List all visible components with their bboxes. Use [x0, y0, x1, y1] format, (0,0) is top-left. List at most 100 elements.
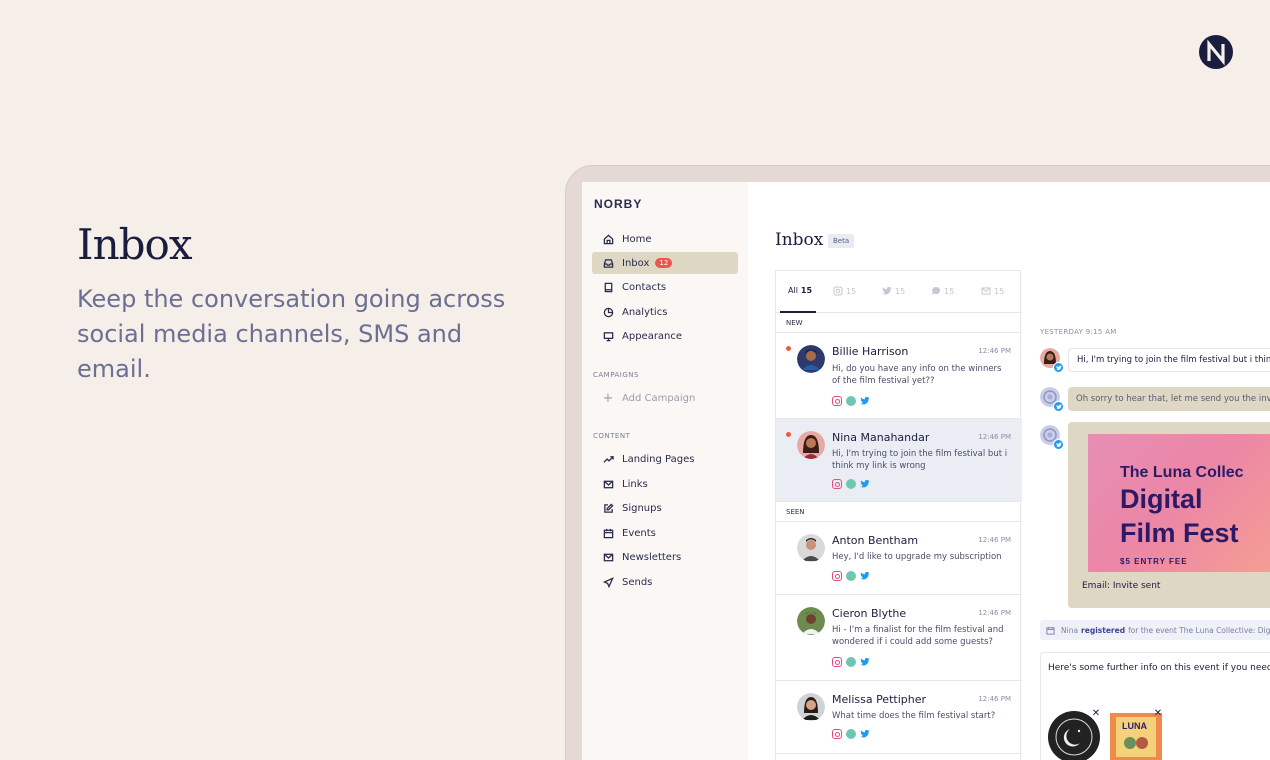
beta-badge: Beta	[828, 234, 855, 248]
contact-name: Billie Harrison	[832, 345, 909, 358]
avatar	[797, 693, 825, 721]
content-heading: CONTENT	[593, 432, 631, 440]
sms-icon	[846, 729, 856, 739]
tab-label: All	[788, 286, 798, 295]
pie-chart-icon	[602, 306, 614, 318]
tab-count: 15	[800, 286, 813, 295]
sidebar-item-contacts[interactable]: Contacts	[592, 276, 738, 298]
seen-group-label: SEEN	[776, 502, 1022, 522]
plus-icon: +	[602, 390, 614, 406]
reply-composer[interactable]: Here's some further info on this event i…	[1040, 652, 1270, 760]
sidebar-item-sends[interactable]: Sends	[592, 571, 738, 593]
sidebar-item-label: Events	[622, 527, 656, 539]
norby-logo-icon	[1199, 35, 1233, 69]
email-invite-card[interactable]: The Luna Collec Digital Film Fest $5 ENT…	[1068, 422, 1270, 608]
edit-icon	[602, 502, 614, 514]
conversation-item-selected[interactable]: Nina Manahandar 12:46 PM Hi, I'm trying …	[776, 419, 1022, 502]
event-poster-image: The Luna Collec Digital Film Fest $5 ENT…	[1088, 434, 1270, 572]
avatar	[797, 607, 825, 635]
conversation-item[interactable]: Cieron Blythe 12:46 PM Hi - I'm a finali…	[776, 595, 1022, 681]
book-icon	[602, 281, 614, 293]
tab-instagram[interactable]: 15	[833, 286, 856, 296]
sms-icon	[846, 396, 856, 406]
sidebar-item-label: Signups	[622, 502, 662, 514]
calendar-icon	[1046, 626, 1055, 635]
instagram-icon	[832, 479, 842, 489]
add-campaign-button[interactable]: + Add Campaign	[592, 387, 738, 409]
hero-description: Keep the conversation going across socia…	[77, 285, 506, 383]
channel-icons	[832, 571, 870, 581]
svg-text:LUNA: LUNA	[1122, 721, 1147, 731]
inbox-icon	[602, 257, 614, 269]
poster-line: The Luna Collec	[1120, 464, 1244, 481]
sidebar-item-landing-pages[interactable]: Landing Pages	[592, 448, 738, 470]
sidebar-item-inbox[interactable]: Inbox 12	[592, 252, 738, 274]
sidebar-item-label: Inbox	[622, 257, 650, 269]
mail-icon	[602, 478, 614, 490]
avatar	[797, 431, 825, 459]
home-icon	[602, 233, 614, 245]
conversation-item[interactable]: Anton Bentham 12:46 PM Hey, I'd like to …	[776, 522, 1022, 595]
sidebar-item-label: Newsletters	[622, 551, 682, 563]
outgoing-message: Oh sorry to hear that, let me send you t…	[1068, 387, 1270, 411]
sidebar-item-appearance[interactable]: Appearance	[592, 325, 738, 347]
tab-count: 15	[895, 286, 906, 296]
sidebar-item-label: Home	[622, 233, 652, 245]
channel-icons	[832, 479, 870, 489]
channel-icons	[832, 657, 870, 667]
send-icon	[602, 576, 614, 588]
unread-count-badge: 12	[655, 258, 673, 268]
sidebar-item-signups[interactable]: Signups	[592, 497, 738, 519]
contact-name: Cieron Blythe	[832, 607, 907, 620]
sidebar-item-analytics[interactable]: Analytics	[592, 301, 738, 323]
tab-email[interactable]: 15	[981, 286, 1004, 296]
sidebar-item-home[interactable]: Home	[592, 228, 738, 250]
tab-count: 15	[846, 286, 857, 296]
incoming-message: Hi, I'm trying to join the film festival…	[1068, 348, 1270, 372]
sms-icon	[846, 479, 856, 489]
twitter-icon	[860, 657, 870, 667]
tab-all[interactable]: All 15	[788, 286, 812, 295]
conversation-item[interactable]: Melissa Pettipher 12:46 PM What time doe…	[776, 681, 1022, 754]
message-preview: Hi, do you have any info on the winners …	[832, 364, 1002, 386]
unread-dot	[786, 432, 791, 437]
sidebar-item-label: Appearance	[622, 330, 683, 342]
calendar-icon	[602, 527, 614, 539]
remove-attachment-icon[interactable]: ✕	[1091, 709, 1101, 719]
avatar	[797, 534, 825, 562]
campaigns-heading: CAMPAIGNS	[593, 371, 639, 379]
message-time: 12:46 PM	[978, 347, 1011, 355]
conversation-item[interactable]: Billie Harrison 12:46 PM Hi, do you have…	[776, 333, 1022, 419]
tab-sms[interactable]: 15	[931, 286, 954, 296]
sidebar-item-label: Sends	[622, 576, 653, 588]
event-registration-note: Nina registered for the event The Luna C…	[1040, 620, 1270, 640]
sidebar-item-label: Links	[622, 478, 648, 490]
sidebar-item-events[interactable]: Events	[592, 522, 738, 544]
message-preview: Hey, I'd like to upgrade my subscription	[832, 552, 1002, 562]
twitter-icon	[1053, 362, 1064, 373]
sidebar-item-label: Landing Pages	[622, 453, 695, 465]
tab-twitter[interactable]: 15	[882, 286, 905, 296]
conversation-list: All 15 15 15 15 15 NEW Billie Harrison 1…	[775, 270, 1022, 760]
app-logo: NORBY	[594, 197, 643, 211]
sidebar: NORBY Home Inbox 12 Contacts Analytics A…	[582, 182, 748, 760]
remove-attachment-icon[interactable]: ✕	[1153, 709, 1163, 719]
mail-icon	[602, 551, 614, 563]
sidebar-item-label: Analytics	[622, 306, 668, 318]
sms-icon	[846, 571, 856, 581]
message-time: 12:46 PM	[978, 536, 1011, 544]
message-preview: Hi - I'm a finalist for the film festiva…	[832, 625, 1004, 647]
message-preview: Hi, I'm trying to join the film festival…	[832, 449, 1008, 471]
chat-thread: YESTERDAY 9:15 AM Hi, I'm trying to join…	[1022, 270, 1270, 760]
twitter-icon	[860, 396, 870, 406]
instagram-icon	[832, 396, 842, 406]
event-note-text: for the event The Luna Collective: Digit…	[1128, 625, 1270, 635]
sidebar-item-links[interactable]: Links	[592, 473, 738, 495]
tab-count: 15	[944, 286, 955, 296]
twitter-icon	[860, 729, 870, 739]
composer-text: Here's some further info on this event i…	[1048, 663, 1270, 673]
monitor-icon	[602, 330, 614, 342]
instagram-icon	[833, 286, 843, 296]
message-time: 12:46 PM	[978, 609, 1011, 617]
sidebar-item-newsletters[interactable]: Newsletters	[592, 546, 738, 568]
